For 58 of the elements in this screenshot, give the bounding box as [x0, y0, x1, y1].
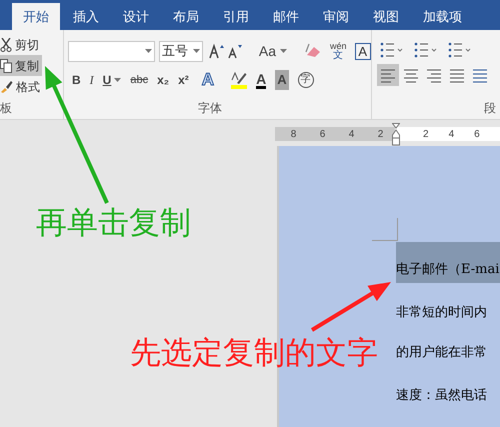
dropdown-caret-icon[interactable]	[192, 49, 200, 53]
crop-mark-icon	[372, 218, 399, 241]
highlighter-icon[interactable]	[231, 71, 248, 89]
character-border-button[interactable]: A	[354, 42, 371, 60]
enclose-character-button[interactable]: 字	[298, 72, 314, 88]
multilevel-list-icon[interactable]	[448, 42, 472, 58]
ribbon-tab[interactable]: 开始	[12, 3, 60, 30]
font-size-field[interactable]: 五号	[159, 40, 203, 62]
annotation-text: 再单击复制	[36, 205, 191, 241]
indent-marker-icon[interactable]	[392, 123, 400, 147]
dropdown-caret-icon[interactable]	[280, 49, 287, 53]
shrink-font-icon[interactable]	[226, 43, 243, 59]
character-shading-button[interactable]: A	[275, 70, 289, 90]
dropdown-caret-icon[interactable]	[114, 78, 122, 82]
dropdown-caret-icon[interactable]	[145, 49, 152, 53]
ruler-number: 4	[348, 128, 354, 142]
annotation-text: 先选定复制的文字	[130, 335, 378, 371]
font-color-button[interactable]: A	[256, 72, 266, 88]
phonetic-guide-button[interactable]: wén 文	[330, 42, 346, 60]
eraser-icon[interactable]	[304, 43, 323, 59]
ribbon-tab[interactable]: 插入	[62, 3, 110, 30]
document-line: 速度：虽然电话	[396, 387, 488, 405]
align-button[interactable]	[377, 64, 399, 86]
scissors-icon	[0, 38, 12, 52]
document-line: 非常短的时间内	[396, 304, 488, 322]
copy-icon	[0, 58, 12, 72]
document-line: 的用户能在非常	[396, 344, 488, 362]
numbered-list-icon[interactable]	[414, 42, 438, 58]
underline-button[interactable]: U	[102, 71, 112, 89]
ruler-number: 4	[448, 128, 454, 142]
bullet-list-icon[interactable]	[380, 42, 404, 58]
group-label: 板	[0, 100, 12, 117]
group-label: 段	[484, 100, 496, 117]
clipboard-button[interactable]: 剪切	[0, 34, 42, 55]
font-name-field[interactable]	[68, 40, 156, 62]
ribbon-tab[interactable]: 引用	[212, 3, 260, 30]
ribbon-tab[interactable]: 邮件	[262, 3, 310, 30]
ribbon-tab[interactable]: 加载项	[412, 3, 473, 30]
ribbon-tab[interactable]: 布局	[162, 3, 210, 30]
group-label: 字体	[198, 100, 222, 117]
ribbon-tab[interactable]: 视图	[362, 3, 410, 30]
clipboard-button[interactable]: 格式	[0, 76, 43, 97]
ribbon-tab[interactable]: 审阅	[312, 3, 360, 30]
paintbrush-icon	[0, 80, 13, 93]
ruler-number: 8	[290, 128, 296, 142]
superscript-button[interactable]: x²	[178, 71, 189, 89]
subscript-button[interactable]: x₂	[157, 71, 170, 89]
ruler-number: 2	[423, 128, 429, 142]
strikethrough-button[interactable]: abc	[130, 72, 148, 88]
ruler-number: 6	[320, 128, 326, 142]
ruler-number: 6	[474, 128, 480, 142]
grow-font-icon[interactable]	[208, 43, 225, 59]
clipboard-button[interactable]: 复制	[0, 55, 42, 76]
ribbon-tab[interactable]: 设计	[112, 3, 160, 30]
change-case-button[interactable]: Aa	[258, 40, 276, 62]
bold-button[interactable]: B	[72, 71, 81, 89]
ruler-number: 2	[378, 128, 384, 142]
italic-button[interactable]: I	[90, 71, 94, 89]
